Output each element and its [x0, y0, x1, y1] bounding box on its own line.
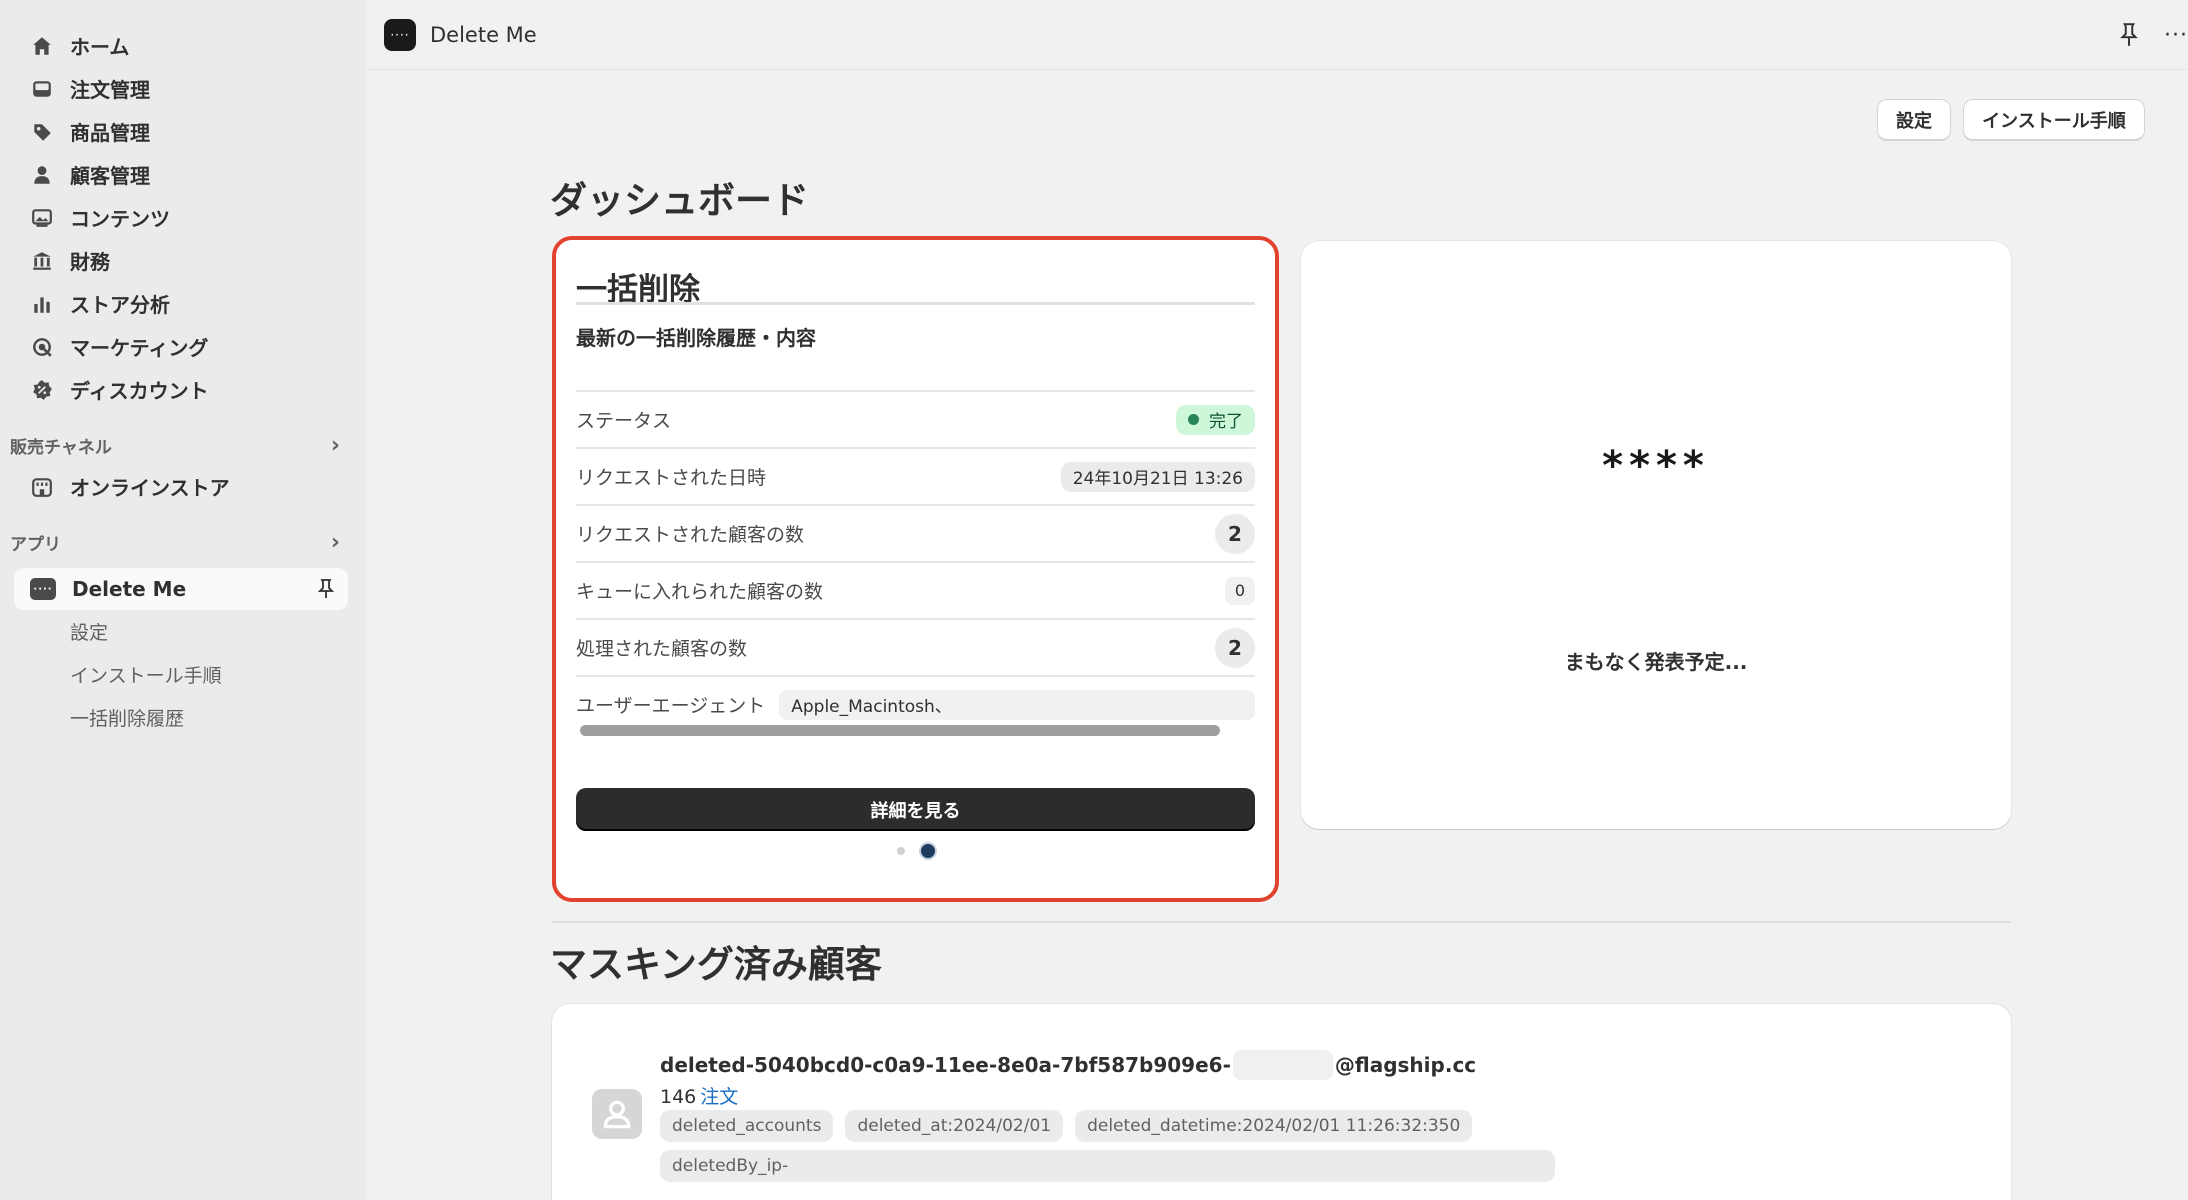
requested-at-row: リクエストされた日時 24年10月21日 13:26: [576, 447, 1255, 504]
requested-customers-row: リクエストされた顧客の数 2: [576, 504, 1255, 561]
masked-stars: ****: [1602, 443, 1710, 489]
target-icon: [30, 335, 54, 359]
row-label: リクエストされた顧客の数: [576, 524, 805, 546]
apps-heading[interactable]: アプリ ›: [0, 522, 366, 562]
row-label: ユーザーエージェント: [576, 695, 766, 717]
divider: [576, 302, 1255, 305]
sidebar-item-marketing[interactable]: マーケティング: [0, 325, 366, 368]
sidebar-item-label: 商品管理: [70, 121, 150, 145]
sidebar-item-finance[interactable]: 財務: [0, 239, 366, 282]
detail-list: ステータス 完了 リクエストされた日時 24年10月21日 13:26 リクエス…: [576, 390, 1255, 736]
row-label: キューに入れられた顧客の数: [576, 581, 824, 603]
count-badge: 0: [1225, 576, 1255, 605]
discount-icon: [30, 378, 54, 402]
status-badge: 完了: [1176, 404, 1255, 435]
image-icon: [30, 206, 54, 230]
masked-customers-heading: マスキング済み顧客: [550, 943, 882, 986]
app-logo-icon: ····: [384, 18, 416, 51]
order-count: 146 注文: [660, 1086, 739, 1108]
status-row: ステータス 完了: [576, 390, 1255, 447]
inbox-icon: [30, 77, 54, 101]
sidebar-item-label: ディスカウント: [70, 379, 209, 403]
customer-tag: deletedBy_ip-: [660, 1150, 1555, 1182]
horizontal-scrollbar[interactable]: [580, 725, 1220, 736]
sidebar-item-online-store[interactable]: オンラインストア: [0, 465, 366, 508]
person-icon: [603, 1100, 631, 1129]
tag-icon: [30, 120, 54, 144]
row-label: 処理された顧客の数: [576, 638, 748, 660]
store-icon: [30, 475, 54, 499]
sidebar-item-discounts[interactable]: ディスカウント: [0, 368, 366, 411]
customer-tag: deleted_accounts: [660, 1110, 834, 1142]
sidebar-subitem-settings[interactable]: 設定: [0, 610, 366, 653]
sidebar-item-delete-me[interactable]: ···· Delete Me: [14, 568, 348, 610]
user-agent-row: ユーザーエージェント Apple_Macintosh、: [576, 675, 1255, 736]
pin-icon[interactable]: [316, 578, 336, 600]
sidebar-item-label: 注文管理: [70, 78, 150, 102]
sidebar-item-label: Delete Me: [72, 577, 187, 601]
queued-customers-row: キューに入れられた顧客の数 0: [576, 561, 1255, 618]
card-subtitle: 最新の一括削除履歴・内容: [576, 326, 816, 350]
sidebar-subitem-install[interactable]: インストール手順: [0, 653, 366, 696]
sidebar-item-products[interactable]: 商品管理: [0, 110, 366, 153]
customer-tag: deleted_at:2024/02/01: [845, 1110, 1064, 1142]
section-divider: [552, 921, 2011, 923]
app-topbar: ···· Delete Me ···: [366, 0, 2188, 70]
person-icon: [30, 163, 54, 187]
install-guide-button[interactable]: インストール手順: [1963, 99, 2145, 141]
pin-icon[interactable]: [2118, 22, 2140, 48]
sidebar-subitem-bulk-history[interactable]: 一括削除履歴: [0, 696, 366, 739]
sidebar-item-label: マーケティング: [70, 336, 209, 360]
app-title: Delete Me: [430, 22, 537, 47]
chevron-right-icon: ›: [330, 529, 340, 555]
app-logo-icon: ····: [30, 578, 56, 600]
row-label: リクエストされた日時: [576, 467, 767, 489]
processed-customers-row: 処理された顧客の数 2: [576, 618, 1255, 675]
count-badge: 2: [1215, 513, 1255, 554]
sidebar-item-label: オンラインストア: [70, 476, 230, 500]
sidebar-item-label: ストア分析: [70, 293, 170, 317]
page-dot[interactable]: [896, 847, 905, 855]
redacted-block: [1232, 1050, 1333, 1080]
sidebar-item-label: 財務: [70, 250, 110, 274]
orders-link[interactable]: 注文: [700, 1086, 738, 1108]
sales-channel-heading[interactable]: 販売チャネル ›: [0, 425, 366, 465]
pagination-dots: [556, 844, 1275, 858]
bank-icon: [30, 249, 54, 273]
page-dot-active[interactable]: [920, 844, 935, 858]
bar-chart-icon: [30, 292, 54, 316]
tag-list: deleted_accounts deleted_at:2024/02/01 d…: [660, 1110, 1473, 1142]
chevron-right-icon: ›: [330, 432, 340, 458]
sidebar-item-label: ホーム: [70, 35, 130, 59]
sidebar-item-label: コンテンツ: [70, 207, 170, 231]
customer-tag: deleted_datetime:2024/02/01 11:26:32:350: [1075, 1110, 1473, 1142]
page-title: ダッシュボード: [550, 179, 809, 222]
sidebar: ホーム 注文管理 商品管理 顧客管理 コンテンツ 財務 ストア分析 マーケティン…: [0, 0, 366, 1200]
sidebar-item-home[interactable]: ホーム: [0, 24, 366, 67]
sidebar-item-customers[interactable]: 顧客管理: [0, 153, 366, 196]
sidebar-item-orders[interactable]: 注文管理: [0, 67, 366, 110]
customer-email[interactable]: deleted-5040bcd0-c0a9-11ee-8e0a-7bf587b9…: [660, 1050, 1476, 1080]
more-options-icon[interactable]: ···: [2164, 23, 2188, 48]
coming-soon-text: まもなく発表予定...: [1564, 650, 1748, 674]
sidebar-item-label: 顧客管理: [70, 164, 150, 188]
status-dot-icon: [1188, 414, 1199, 425]
coming-soon-card: **** まもなく発表予定...: [1301, 241, 2011, 829]
user-agent-value: Apple_Macintosh、: [779, 689, 1255, 720]
count-badge: 2: [1215, 627, 1255, 668]
bulk-delete-card: 一括削除 最新の一括削除履歴・内容 ステータス 完了 リクエストされた日時 24…: [552, 236, 1279, 902]
requested-at-badge: 24年10月21日 13:26: [1060, 461, 1255, 492]
sidebar-item-analytics[interactable]: ストア分析: [0, 282, 366, 325]
row-label: ステータス: [576, 410, 672, 432]
masked-customers-card: deleted-5040bcd0-c0a9-11ee-8e0a-7bf587b9…: [552, 1004, 2011, 1200]
view-details-button[interactable]: 詳細を見る: [576, 788, 1255, 831]
sidebar-item-content[interactable]: コンテンツ: [0, 196, 366, 239]
settings-button[interactable]: 設定: [1877, 99, 1951, 141]
home-icon: [30, 34, 54, 58]
avatar: [592, 1089, 642, 1139]
